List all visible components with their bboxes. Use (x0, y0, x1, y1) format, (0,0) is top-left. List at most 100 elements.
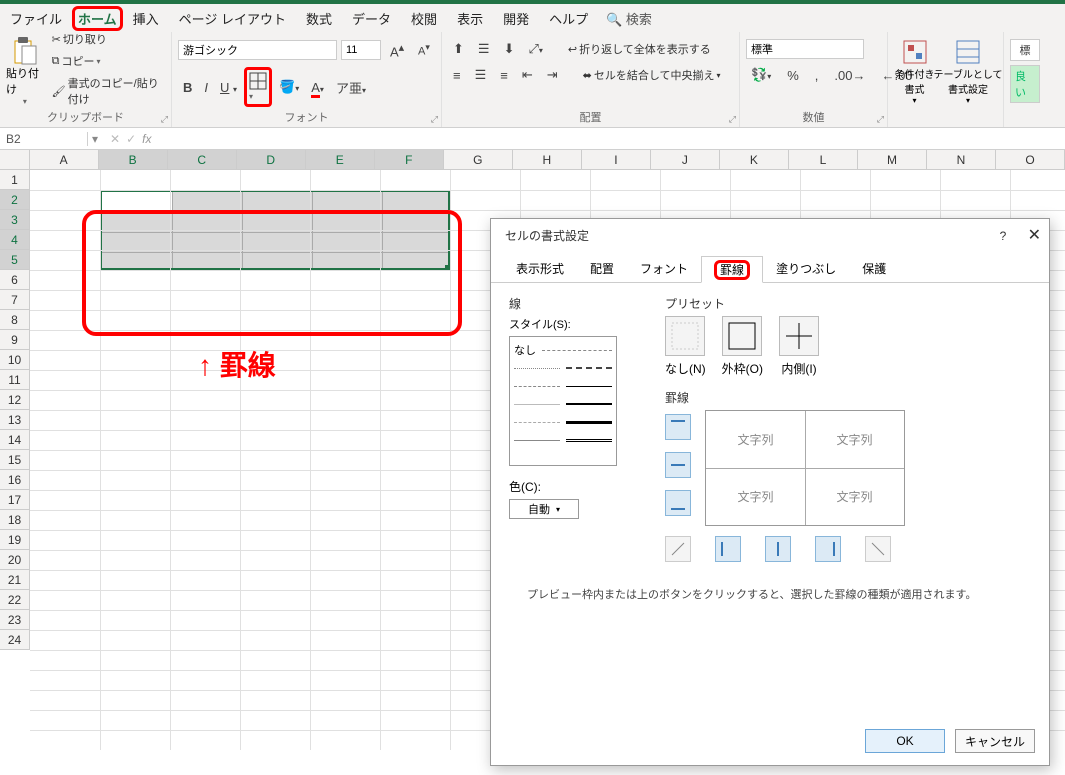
border-hmiddle-btn[interactable] (665, 452, 691, 478)
row-header[interactable]: 15 (0, 450, 30, 470)
row-header[interactable]: 8 (0, 310, 30, 330)
phonetic-button[interactable]: ア亜▾ (331, 76, 371, 99)
align-bottom-icon[interactable]: ⬇ (499, 39, 520, 59)
percent-icon[interactable]: % (782, 66, 804, 85)
border-vmiddle-btn[interactable] (765, 536, 791, 562)
cancel-button[interactable]: キャンセル (955, 729, 1035, 753)
ok-button[interactable]: OK (865, 729, 945, 753)
fontname-select[interactable] (178, 40, 337, 60)
style-good[interactable]: 良い (1010, 65, 1040, 103)
row-header[interactable]: 9 (0, 330, 30, 350)
line-style-box[interactable]: なし (509, 336, 617, 466)
fillcolor-button[interactable]: 🪣▾ (274, 77, 304, 97)
paste-button[interactable]: 貼り付け ▾ (6, 33, 44, 106)
row-header[interactable]: 24 (0, 630, 30, 650)
clipboard-expand[interactable]: ⤢ (161, 114, 168, 125)
row-header[interactable]: 4 (0, 230, 30, 250)
align-right-icon[interactable]: ≡ (495, 66, 513, 85)
font-expand[interactable]: ⤢ (431, 114, 438, 125)
border-bottom-btn[interactable] (665, 490, 691, 516)
border-diag-up-btn[interactable] (665, 536, 691, 562)
tab-review[interactable]: 校閲 (401, 5, 447, 32)
row-header[interactable]: 1 (0, 170, 30, 190)
numberformat-select[interactable] (746, 39, 864, 59)
tab-pagelayout[interactable]: ページ レイアウト (169, 5, 296, 32)
cancel-formula-icon[interactable]: ✕ (110, 132, 120, 146)
align-expand[interactable]: ⤢ (729, 114, 736, 125)
color-select[interactable]: 自動 ▾ (509, 499, 579, 519)
row-header[interactable]: 7 (0, 290, 30, 310)
border-preview[interactable]: 文字列 文字列 文字列 文字列 (705, 410, 905, 526)
tab-view[interactable]: 表示 (447, 5, 493, 32)
align-top-icon[interactable]: ⬆ (448, 39, 469, 59)
col-header[interactable]: H (513, 150, 582, 169)
row-header[interactable]: 6 (0, 270, 30, 290)
decrease-font-icon[interactable]: A▾ (413, 40, 435, 60)
col-header[interactable]: K (720, 150, 789, 169)
row-header[interactable]: 21 (0, 570, 30, 590)
tab-help[interactable]: ヘルプ (539, 5, 598, 32)
col-header[interactable]: A (30, 150, 99, 169)
col-header[interactable]: C (168, 150, 237, 169)
col-header[interactable]: I (582, 150, 651, 169)
border-top-btn[interactable] (665, 414, 691, 440)
inc-decimal-icon[interactable]: .00→ (829, 66, 870, 85)
col-header[interactable]: M (858, 150, 927, 169)
tab-data[interactable]: データ (342, 5, 401, 32)
tab-home[interactable]: ホーム (72, 6, 123, 31)
col-header[interactable]: N (927, 150, 996, 169)
indent-inc-icon[interactable]: ⇥ (542, 65, 563, 85)
row-header[interactable]: 19 (0, 530, 30, 550)
cut-button[interactable]: ✂切り取り (48, 29, 165, 49)
enter-formula-icon[interactable]: ✓ (126, 132, 136, 146)
col-header[interactable]: B (99, 150, 168, 169)
border-diag-down-btn[interactable] (865, 536, 891, 562)
formatpainter-button[interactable]: 🖌書式のコピー/貼り付け (48, 73, 165, 109)
row-header[interactable]: 10 (0, 350, 30, 370)
number-expand[interactable]: ⤢ (877, 114, 884, 125)
dlgtab-border[interactable]: 罫線 (701, 256, 763, 283)
row-header[interactable]: 18 (0, 510, 30, 530)
tab-formulas[interactable]: 数式 (296, 5, 342, 32)
currency-icon[interactable]: 💱▾ (746, 65, 776, 85)
fx-icon[interactable]: fx (142, 132, 151, 146)
help-icon[interactable]: ? (1000, 229, 1007, 243)
border-right-btn[interactable] (815, 536, 841, 562)
row-header[interactable]: 16 (0, 470, 30, 490)
row-header[interactable]: 5 (0, 250, 30, 270)
tab-developer[interactable]: 開発 (493, 5, 539, 32)
col-header[interactable]: D (237, 150, 306, 169)
bold-button[interactable]: B (178, 78, 197, 97)
cond-format-button[interactable]: 条件付き 書式▾ (894, 34, 935, 105)
row-header[interactable]: 20 (0, 550, 30, 570)
col-header[interactable]: E (306, 150, 375, 169)
dlgtab-align[interactable]: 配置 (577, 255, 627, 282)
comma-icon[interactable]: , (810, 66, 824, 85)
row-header[interactable]: 22 (0, 590, 30, 610)
dlgtab-font[interactable]: フォント (627, 255, 701, 282)
col-header[interactable]: F (375, 150, 444, 169)
row-header[interactable]: 13 (0, 410, 30, 430)
col-header[interactable]: L (789, 150, 858, 169)
merge-button[interactable]: ⬌セルを結合して中央揃え ▾ (579, 65, 725, 85)
borders-button[interactable]: ▾ (244, 67, 272, 107)
orientation-icon[interactable]: ⤢▾ (523, 39, 547, 59)
wrap-button[interactable]: ↩折り返して全体を表示する (564, 39, 715, 59)
name-box[interactable]: B2 (0, 132, 88, 146)
row-header[interactable]: 2 (0, 190, 30, 210)
dlgtab-format[interactable]: 表示形式 (503, 255, 577, 282)
increase-font-icon[interactable]: A▴ (385, 39, 409, 61)
row-header[interactable]: 23 (0, 610, 30, 630)
italic-button[interactable]: I (199, 78, 213, 97)
preset-inside[interactable]: 内側(I) (779, 316, 819, 377)
align-left-icon[interactable]: ≡ (448, 66, 466, 85)
indent-dec-icon[interactable]: ⇤ (517, 65, 538, 85)
row-header[interactable]: 17 (0, 490, 30, 510)
row-header[interactable]: 3 (0, 210, 30, 230)
preset-outline[interactable]: 外枠(O) (722, 316, 763, 377)
border-left-btn[interactable] (715, 536, 741, 562)
align-center-icon[interactable]: ☰ (470, 65, 492, 85)
close-icon[interactable]: ✕ (1028, 227, 1041, 244)
style-standard[interactable]: 標 (1010, 39, 1040, 61)
tab-file[interactable]: ファイル (0, 5, 72, 32)
